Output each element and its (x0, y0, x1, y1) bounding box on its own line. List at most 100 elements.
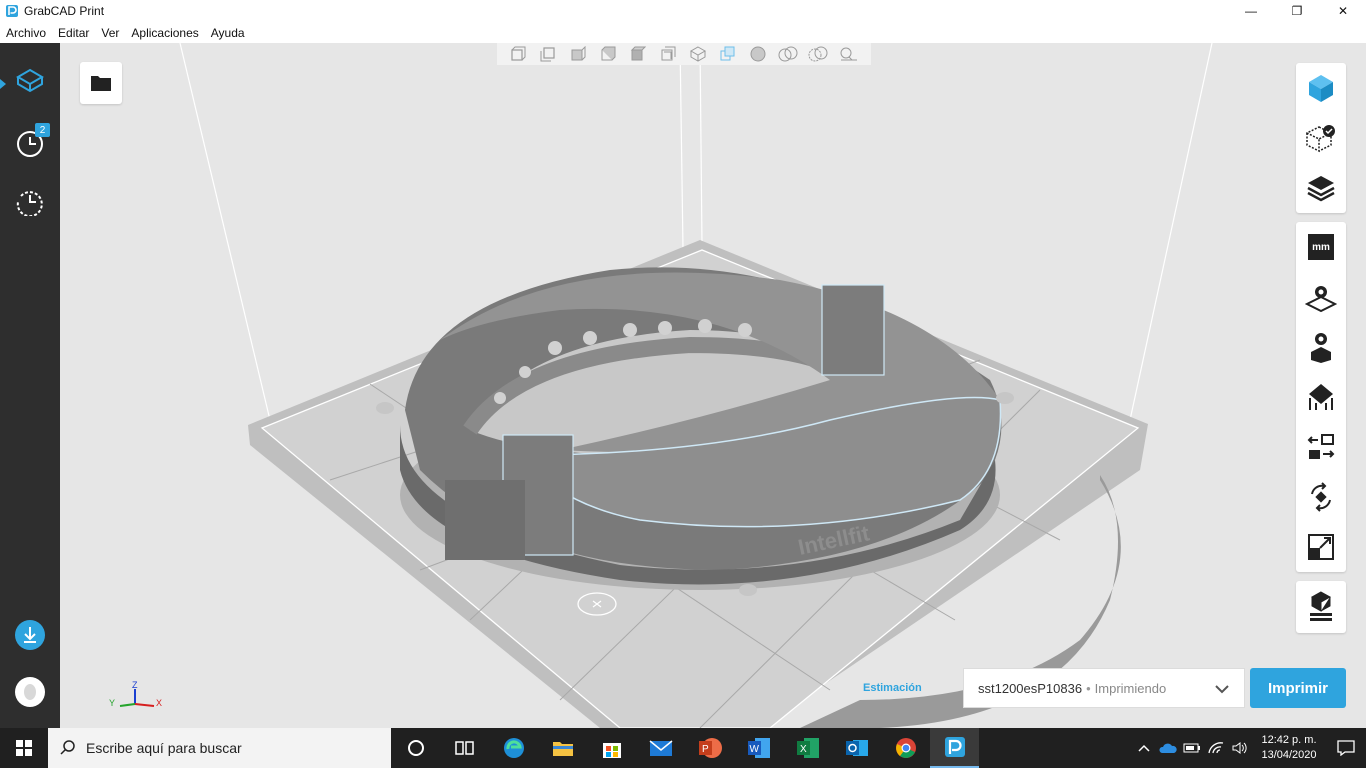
orientation-button[interactable] (1296, 372, 1346, 422)
word-button[interactable]: W (734, 728, 783, 768)
battery-button[interactable] (1180, 742, 1204, 754)
left-sidebar: 2 (0, 43, 60, 728)
notification-icon (1337, 740, 1355, 756)
close-button[interactable]: ✕ (1320, 0, 1366, 22)
view-top-button[interactable] (623, 43, 653, 65)
view-back-icon (540, 47, 555, 62)
right-panel-tools: mm (1296, 222, 1346, 572)
orientation-icon (1309, 384, 1333, 410)
mail-button[interactable] (636, 728, 685, 768)
powerpoint-button[interactable]: P (685, 728, 734, 768)
menu-ver[interactable]: Ver (101, 26, 119, 40)
svg-text:W: W (749, 744, 759, 755)
units-button[interactable]: mm (1296, 222, 1346, 272)
scale-icon (1308, 534, 1334, 560)
section-view-button[interactable] (773, 43, 803, 65)
sidebar-item-models[interactable] (10, 63, 50, 103)
chrome-icon (895, 738, 916, 758)
window-title: GrabCAD Print (24, 4, 105, 18)
task-view-icon (454, 741, 474, 755)
inspect-button[interactable] (833, 43, 863, 65)
file-explorer-icon (552, 742, 573, 756)
grabcad-logo-icon (6, 5, 18, 17)
view-back-button[interactable] (533, 43, 563, 65)
view-left-button[interactable] (563, 43, 593, 65)
print-button[interactable]: Imprimir (1250, 668, 1346, 708)
minimize-button[interactable]: — (1228, 0, 1274, 22)
task-view-button[interactable] (440, 728, 489, 768)
wifi-icon (1208, 742, 1224, 754)
layers-button[interactable] (1296, 163, 1346, 213)
edge-icon (503, 738, 524, 758)
sidebar-item-history[interactable] (10, 181, 50, 221)
powerpoint-icon: P (698, 738, 722, 758)
taskbar-clock[interactable]: 12:42 p. m. 13/04/2020 (1252, 733, 1326, 763)
outlook-button[interactable] (832, 728, 881, 768)
shading-icon (750, 46, 766, 62)
view-front-button[interactable] (503, 43, 533, 65)
axis-x-label: X (156, 698, 162, 708)
file-explorer-button[interactable] (538, 728, 587, 768)
view-right-button[interactable] (593, 43, 623, 65)
model-settings-icon (1311, 333, 1331, 363)
exploded-view-button[interactable] (803, 43, 833, 65)
move-button[interactable] (1296, 422, 1346, 472)
cortana-icon (407, 740, 424, 756)
start-button[interactable] (0, 728, 48, 768)
view-fit-icon (720, 46, 735, 61)
view-iso-button[interactable] (683, 43, 713, 65)
network-button[interactable] (1204, 741, 1228, 755)
svg-text:X: X (800, 744, 807, 755)
printer-separator: • (1086, 680, 1091, 696)
notifications-button[interactable] (1326, 740, 1366, 756)
part-list-icon (1310, 591, 1332, 621)
cortana-button[interactable] (391, 728, 440, 768)
scale-button[interactable] (1296, 522, 1346, 572)
tray-settings-button[interactable] (1296, 272, 1346, 322)
user-avatar[interactable] (10, 672, 50, 712)
printer-select[interactable]: sst1200esP10836 • Imprimiendo (963, 668, 1245, 708)
taskbar-search-box[interactable]: Escribe aquí para buscar (48, 728, 391, 768)
view-fit-button[interactable] (713, 43, 743, 65)
view-bottom-button[interactable] (653, 43, 683, 65)
menu-aplicaciones[interactable]: Aplicaciones (131, 26, 198, 40)
part-list-button[interactable] (1296, 581, 1346, 631)
sidebar-item-queue[interactable]: 2 (10, 123, 50, 163)
grabcad-icon (944, 737, 965, 757)
printer-name: sst1200esP10836 (978, 680, 1083, 696)
volume-button[interactable] (1228, 741, 1252, 755)
check-part-button[interactable] (1296, 113, 1346, 163)
right-panel-views (1296, 63, 1346, 213)
edge-button[interactable] (489, 728, 538, 768)
estimation-link[interactable]: Estimación (863, 682, 922, 694)
axis-triad: Z X Y (109, 680, 162, 708)
menu-ayuda[interactable]: Ayuda (211, 26, 245, 40)
onedrive-button[interactable] (1156, 742, 1180, 754)
chrome-button[interactable] (881, 728, 930, 768)
3d-viewport[interactable]: Intellfit (60, 43, 1366, 728)
menu-editar[interactable]: Editar (58, 26, 89, 40)
store-button[interactable] (587, 728, 636, 768)
printer-status: Imprimiendo (1094, 680, 1167, 696)
grabcad-taskbar-button[interactable] (930, 728, 979, 768)
model-settings-button[interactable] (1296, 322, 1346, 372)
svg-text:P: P (702, 744, 709, 755)
download-button[interactable] (10, 615, 50, 655)
windows-logo-icon (16, 740, 32, 756)
units-mm-icon: mm (1308, 234, 1334, 260)
open-file-button[interactable] (80, 62, 122, 104)
show-hidden-icons-button[interactable] (1132, 743, 1156, 753)
shading-button[interactable] (743, 43, 773, 65)
rotate-button[interactable] (1296, 472, 1346, 522)
section-view-icon (778, 46, 798, 62)
view-right-icon (601, 46, 616, 61)
title-bar: GrabCAD Print — ❐ ✕ (0, 0, 1366, 22)
outlook-icon (845, 740, 868, 756)
menu-archivo[interactable]: Archivo (6, 26, 46, 40)
check-part-icon (1306, 125, 1335, 153)
onedrive-icon (1159, 743, 1177, 753)
word-icon: W (747, 738, 770, 758)
excel-button[interactable]: X (783, 728, 832, 768)
maximize-button[interactable]: ❐ (1274, 0, 1320, 22)
model-view-button[interactable] (1296, 63, 1346, 113)
